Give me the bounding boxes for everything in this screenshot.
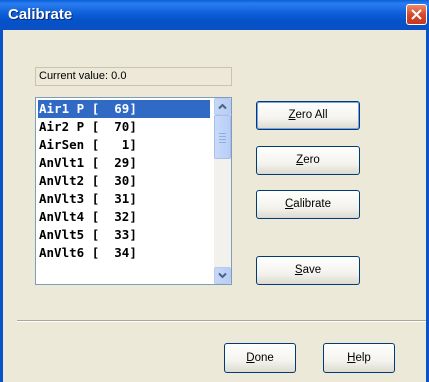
help-button[interactable]: Help bbox=[323, 343, 395, 373]
zero-label: Zero bbox=[296, 154, 320, 166]
channel-listbox[interactable]: Air1 P [ 69] Air2 P [ 70] AirSen [ 1] AnVlt… bbox=[35, 97, 232, 285]
title-bar[interactable]: Calibrate bbox=[0, 0, 429, 30]
current-value-text: Current value: 0.0 bbox=[39, 70, 127, 82]
current-value-display: Current value: 0.0 bbox=[35, 67, 232, 86]
zero-all-label: Zero All bbox=[288, 109, 328, 121]
channel-value: [ 1] bbox=[91, 137, 137, 152]
channel-value: [ 34] bbox=[91, 245, 137, 260]
list-item[interactable]: AnVlt4 [ 32] bbox=[38, 208, 210, 226]
list-item[interactable]: AnVlt5 [ 33] bbox=[38, 226, 210, 244]
channel-name: AnVlt6 bbox=[39, 245, 85, 260]
scroll-thumb[interactable] bbox=[214, 115, 231, 159]
channel-value: [ 70] bbox=[91, 119, 137, 134]
channel-list-items: Air1 P [ 69] Air2 P [ 70] AirSen [ 1] AnVlt… bbox=[38, 100, 210, 262]
list-item[interactable]: Air1 P [ 69] bbox=[38, 100, 210, 118]
window-frame-left bbox=[0, 30, 3, 382]
channel-name: Air2 P bbox=[39, 119, 85, 134]
list-item[interactable]: Air2 P [ 70] bbox=[38, 118, 210, 136]
save-label: Save bbox=[294, 264, 322, 276]
list-item[interactable]: AnVlt2 [ 30] bbox=[38, 172, 210, 190]
list-item[interactable]: AnVlt3 [ 31] bbox=[38, 190, 210, 208]
list-item[interactable]: AnVlt1 [ 29] bbox=[38, 154, 210, 172]
channel-name: AnVlt5 bbox=[39, 227, 85, 242]
channel-value: [ 30] bbox=[91, 173, 137, 188]
channel-value: [ 31] bbox=[91, 191, 137, 206]
channel-value: [ 33] bbox=[91, 227, 137, 242]
chevron-down-icon bbox=[218, 272, 227, 279]
channel-name: AirSen bbox=[39, 137, 85, 152]
channel-value: [ 29] bbox=[91, 155, 137, 170]
channel-name: AnVlt4 bbox=[39, 209, 85, 224]
scroll-down-button[interactable] bbox=[214, 267, 231, 284]
done-button[interactable]: Done bbox=[224, 343, 296, 373]
calibrate-button[interactable]: Calibrate bbox=[256, 190, 360, 219]
close-icon bbox=[411, 9, 422, 20]
separator-line bbox=[17, 320, 426, 322]
zero-button[interactable]: Zero bbox=[256, 146, 360, 175]
channel-name: AnVlt1 bbox=[39, 155, 85, 170]
vertical-scrollbar[interactable] bbox=[214, 98, 231, 284]
channel-name: Air1 P bbox=[39, 101, 85, 116]
calibrate-label: Calibrate bbox=[284, 198, 332, 210]
channel-value: [ 69] bbox=[91, 101, 137, 116]
close-button[interactable] bbox=[406, 4, 427, 25]
thumb-grip-line bbox=[219, 133, 226, 134]
chevron-up-icon bbox=[218, 103, 227, 110]
scroll-up-button[interactable] bbox=[214, 98, 231, 115]
thumb-grip-line bbox=[219, 142, 226, 143]
help-label: Help bbox=[347, 352, 371, 364]
list-item[interactable]: AnVlt6 [ 34] bbox=[38, 244, 210, 262]
channel-name: AnVlt2 bbox=[39, 173, 85, 188]
zero-all-button[interactable]: Zero All bbox=[256, 101, 360, 130]
thumb-grip-line bbox=[219, 136, 226, 137]
list-item[interactable]: AirSen [ 1] bbox=[38, 136, 210, 154]
window-title: Calibrate bbox=[8, 6, 73, 23]
channel-value: [ 32] bbox=[91, 209, 137, 224]
done-label: Done bbox=[246, 352, 274, 364]
thumb-grip-line bbox=[219, 139, 226, 140]
channel-name: AnVlt3 bbox=[39, 191, 85, 206]
save-button[interactable]: Save bbox=[256, 256, 360, 285]
